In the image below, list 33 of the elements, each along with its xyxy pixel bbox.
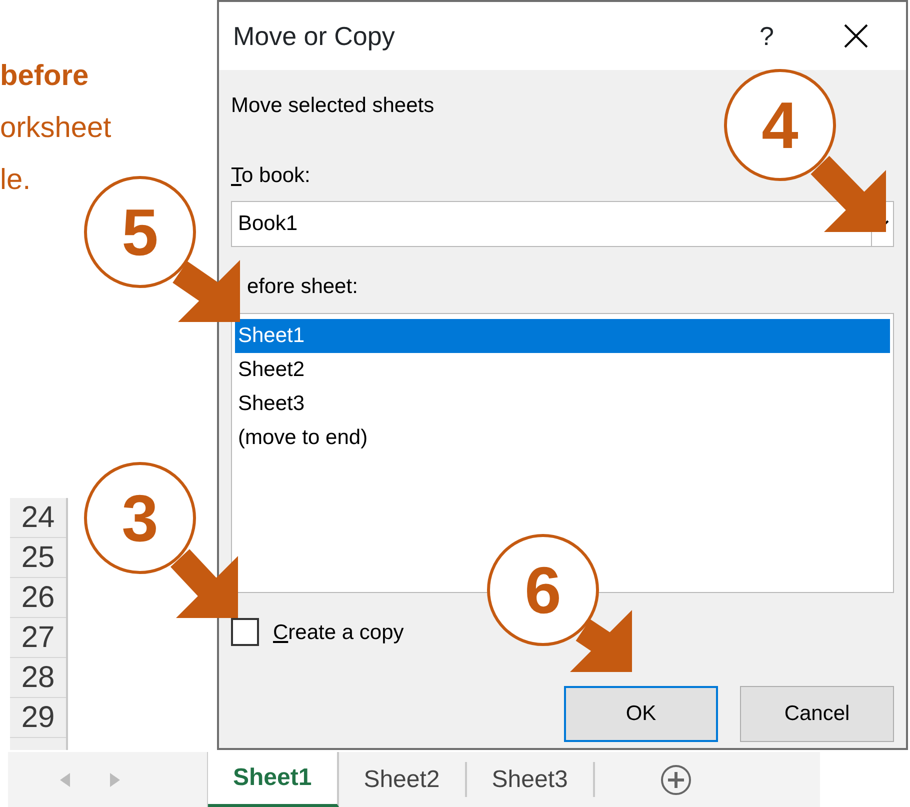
list-item[interactable]: (move to end): [235, 420, 890, 454]
sheet-tab[interactable]: Sheet3: [466, 762, 595, 797]
checkbox-label[interactable]: Create a copy: [273, 616, 404, 648]
step-number: 3: [84, 462, 196, 574]
row-number: 27: [10, 618, 66, 658]
row-number: 24: [10, 498, 66, 538]
list-item[interactable]: Sheet2: [235, 352, 890, 386]
field-label: efore sheet:: [246, 274, 359, 300]
window-title: Move or Copy: [233, 20, 396, 52]
help-button[interactable]: ?: [760, 16, 774, 56]
callout-arrow: [172, 260, 240, 322]
callout-arrow: [570, 610, 632, 672]
instruction-text: orksheet: [0, 111, 112, 146]
row-number: 28: [10, 658, 66, 698]
step-number: 5: [84, 176, 196, 288]
book-dropdown[interactable]: Book1: [231, 201, 894, 247]
list-item[interactable]: Sheet1: [235, 318, 890, 352]
subtitle: Move selected sheets: [231, 93, 436, 119]
row-number: 29: [10, 698, 66, 738]
field-label: To book:: [231, 162, 312, 188]
copy-checkbox[interactable]: [231, 618, 259, 646]
close-icon[interactable]: [844, 24, 868, 48]
list-item[interactable]: Sheet3: [235, 386, 890, 420]
row-number: 25: [10, 538, 66, 578]
instruction-text: le.: [0, 163, 32, 198]
instruction-text: before: [0, 59, 90, 94]
sheet-tab[interactable]: Sheet1: [208, 752, 339, 807]
row-number: 26: [10, 578, 66, 618]
sheet-tab[interactable]: Sheet2: [338, 762, 467, 797]
cancel-button[interactable]: Cancel: [740, 686, 894, 742]
ok-button[interactable]: OK: [564, 686, 718, 742]
add-sheet-icon[interactable]: [660, 764, 692, 796]
callout-arrow: [170, 549, 238, 618]
